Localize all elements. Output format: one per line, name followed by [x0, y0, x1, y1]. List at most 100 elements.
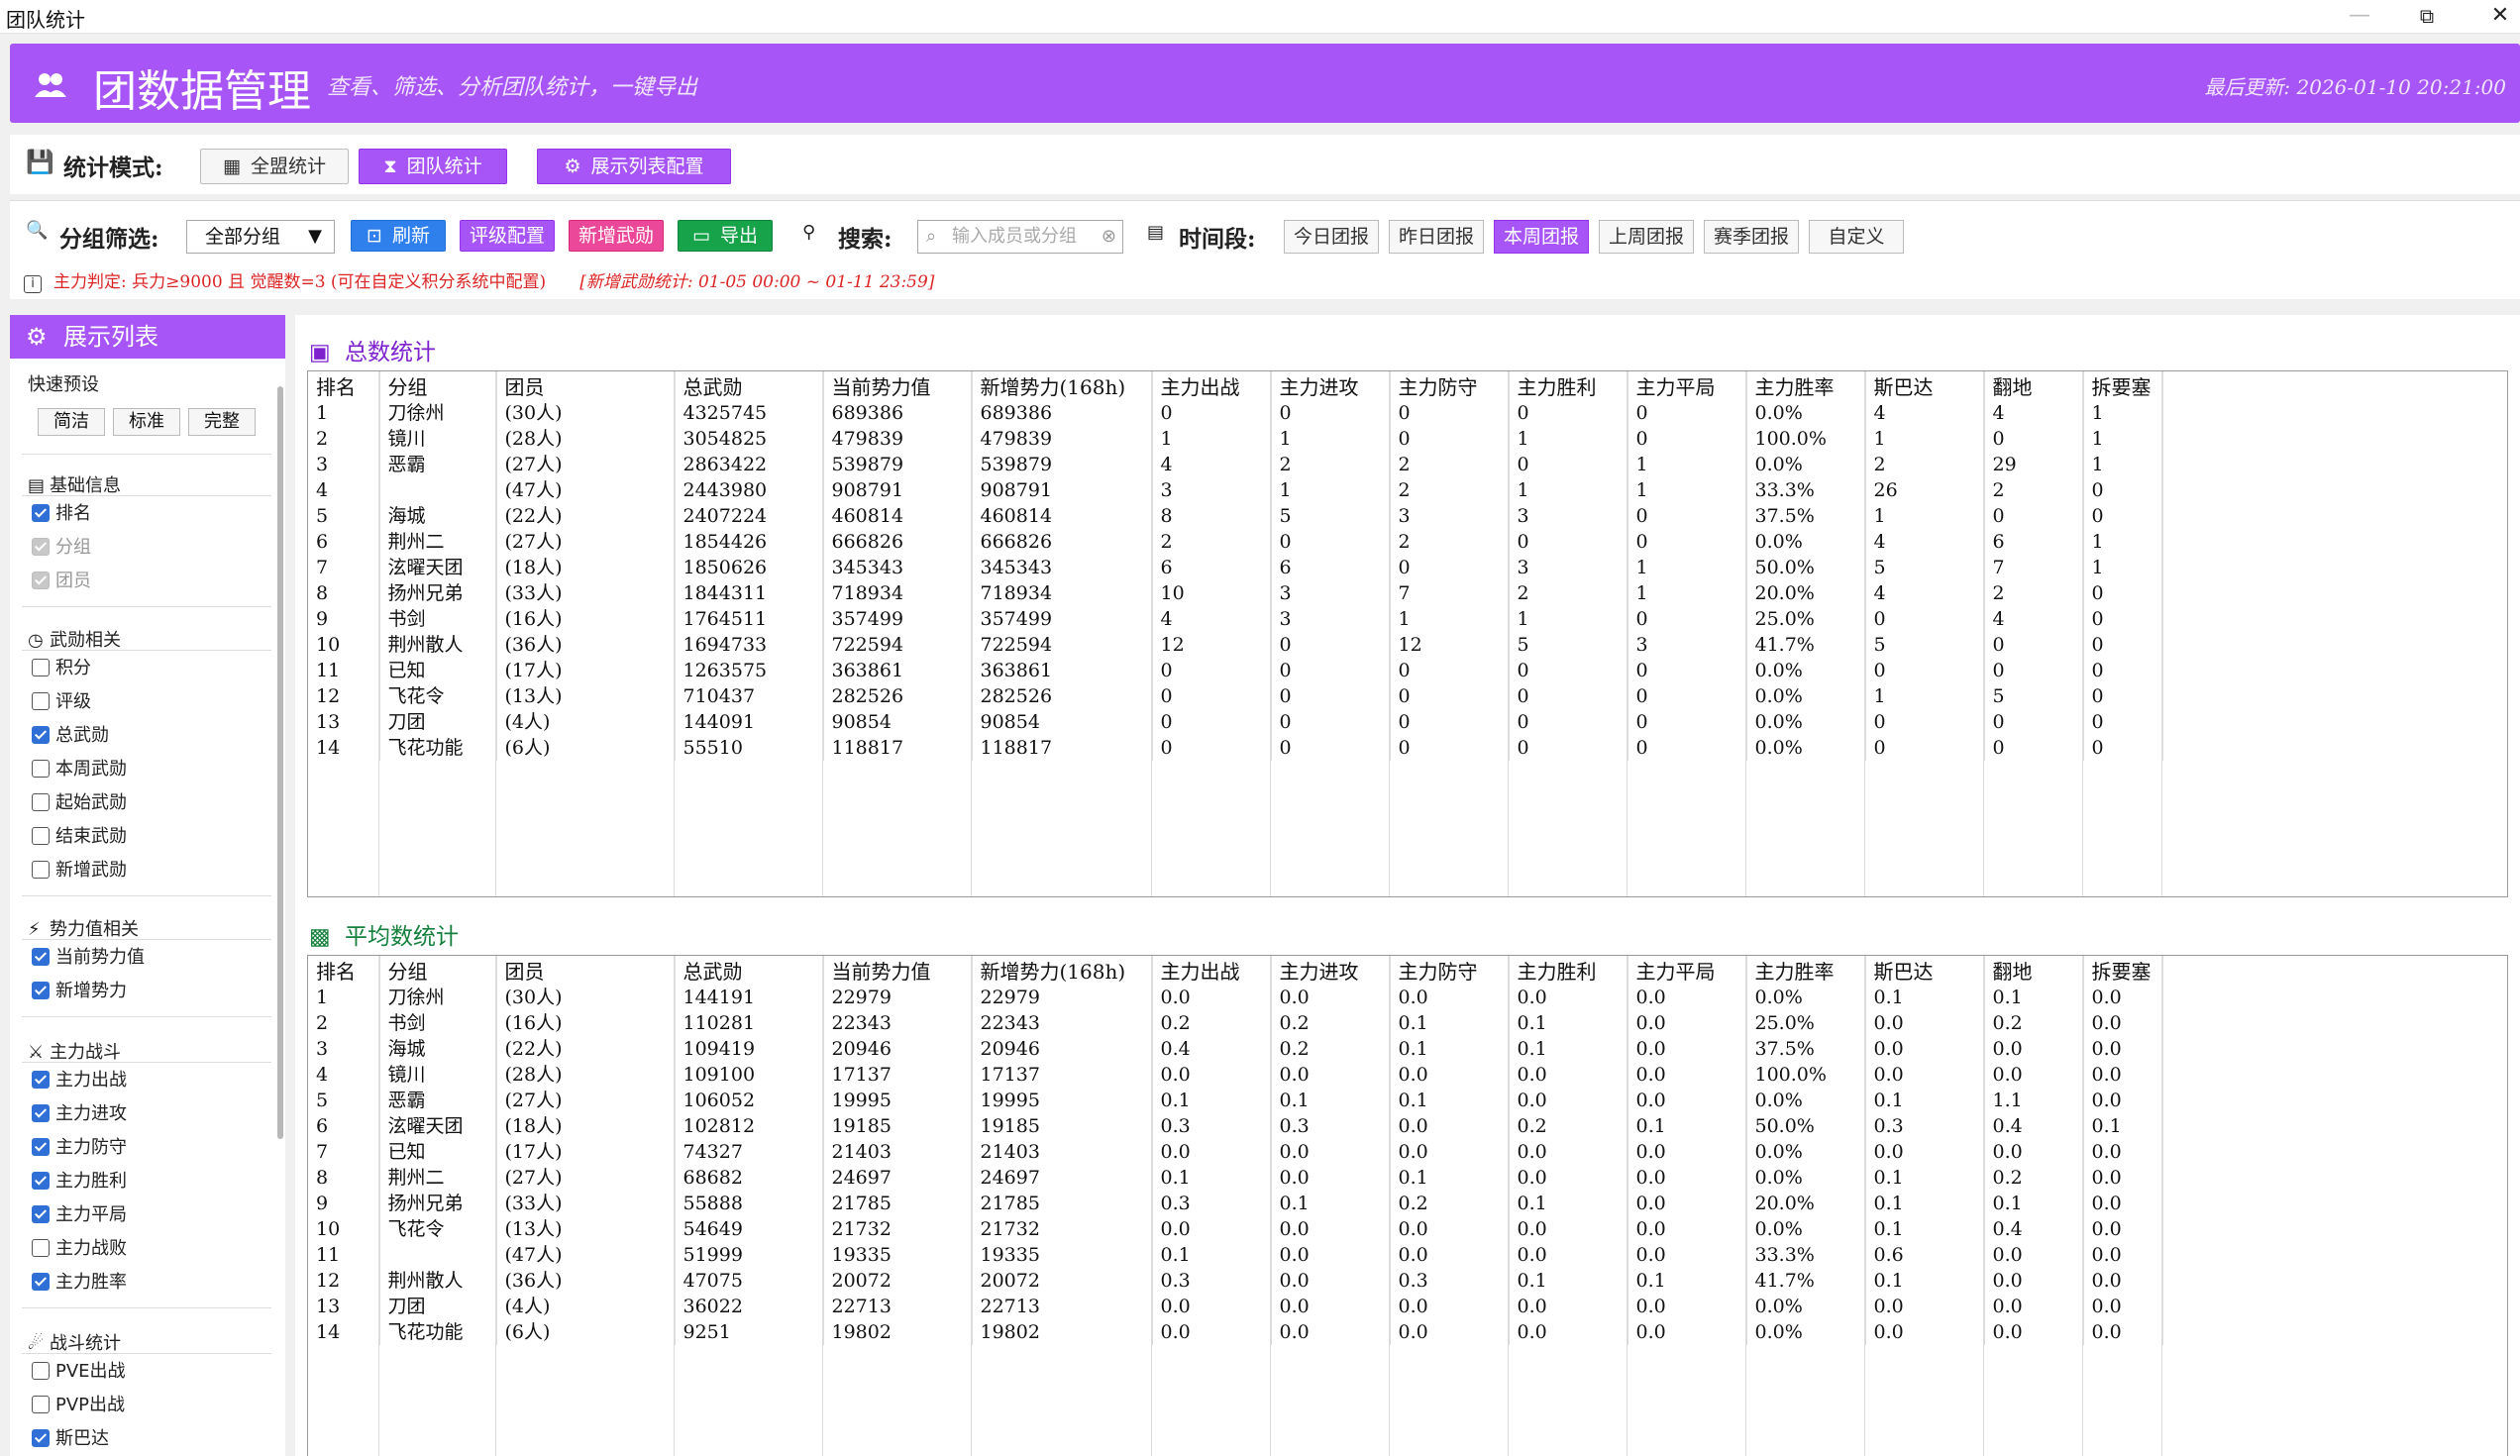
table-row[interactable]: 1 刀徐州 (30人) 4325745 689386 689386 0 0 0 0 0 0.0% 4 4 1 — [308, 400, 2163, 426]
column-header[interactable]: 总武勋 — [675, 371, 824, 400]
column-header[interactable]: 主力胜率 — [1746, 956, 1866, 985]
totals-table[interactable]: 排名 分组 团员 总武勋 当前势力值 新增势力(168h) 主力出战 主力进攻 主力防守 主力胜利… — [307, 370, 2508, 897]
export-button[interactable]: ▭ 导出 — [678, 220, 773, 252]
table-row[interactable]: 2 书剑 (16人) 110281 22343 22343 0.2 0.2 0.1 0.1 0.0 2… — [308, 1010, 2163, 1036]
column-header[interactable]: 分组 — [379, 956, 497, 985]
table-row[interactable]: 9 书剑 (16人) 1764511 357499 357499 4 3 1 1 0 25.0% 0 4 0 — [308, 606, 2163, 632]
checkbox-total-merit[interactable]: 总武勋 — [32, 725, 109, 747]
checkbox-main-sortie[interactable]: 主力出战 — [32, 1070, 127, 1092]
preset-standard-button[interactable]: 标准 — [113, 408, 180, 436]
table-row[interactable]: 14 飞花功能 (6人) 9251 19802 19802 0.0 0.0 0.0 0.0 0.0 0… — [308, 1319, 2163, 1345]
preset-full-button[interactable]: 完整 — [188, 408, 256, 436]
table-row[interactable]: 8 荆州二 (27人) 68682 24697 24697 0.1 0.0 0.1 0.0 0.0 0… — [308, 1165, 2163, 1191]
table-row[interactable]: 5 海城 (22人) 2407224 460814 460814 8 5 3 3 0 37.5% 1 0 0 — [308, 503, 2163, 529]
column-header[interactable]: 主力胜率 — [1746, 371, 1866, 400]
averages-table[interactable]: 排名 分组 团员 总武勋 当前势力值 新增势力(168h) 主力出战 主力进攻 主力防守 主力胜利… — [307, 955, 2508, 1456]
sidebar-scrollbar[interactable] — [277, 386, 283, 1139]
column-header[interactable]: 斯巴达 — [1865, 956, 1985, 985]
time-yesterday-button[interactable]: 昨日团报 — [1389, 220, 1484, 254]
minimize-icon[interactable]: — — [2330, 0, 2389, 34]
column-header[interactable]: 拆要塞 — [2083, 371, 2163, 400]
column-header[interactable]: 当前势力值 — [823, 371, 973, 400]
table-row[interactable]: 10 飞花令 (13人) 54649 21732 21732 0.0 0.0 0.0 0.0 0.0… — [308, 1216, 2163, 1242]
checkbox-new-power[interactable]: 新增势力 — [32, 981, 127, 1002]
checkbox-main-loss[interactable]: 主力战败 — [32, 1238, 127, 1260]
checkbox-main-defense[interactable]: 主力防守 — [32, 1137, 127, 1159]
table-row[interactable]: 4 镜川 (28人) 109100 17137 17137 0.0 0.0 0.0 0.0 0.0 1… — [308, 1062, 2163, 1088]
column-header[interactable]: 主力出战 — [1152, 371, 1272, 400]
column-header[interactable]: 排名 — [308, 371, 380, 400]
group-select[interactable]: 全部分组 ▼ — [186, 220, 335, 254]
checkbox-main-winrate[interactable]: 主力胜率 — [32, 1272, 127, 1294]
search-input[interactable]: ⌕ 输入成员或分组 ⊗ — [917, 220, 1123, 254]
checkbox-pve[interactable]: PVE出战 — [32, 1361, 126, 1383]
table-row[interactable]: 9 扬州兄弟 (33人) 55888 21785 21785 0.3 0.1 0.2 0.1 0.0… — [308, 1191, 2163, 1216]
checkbox-main-draw[interactable]: 主力平局 — [32, 1204, 127, 1226]
mode-all-button[interactable]: ▦ 全盟统计 — [200, 149, 349, 184]
table-row[interactable]: 12 飞花令 (13人) 710437 282526 282526 0 0 0 0 0 0.0% 1 5 0 — [308, 683, 2163, 709]
table-row[interactable]: 14 飞花功能 (6人) 55510 118817 118817 0 0 0 0 0 0.0% 0 0 0 — [308, 735, 2163, 761]
checkbox-sparta[interactable]: 斯巴达 — [32, 1428, 109, 1450]
column-header[interactable]: 新增势力(168h) — [972, 956, 1153, 985]
checkbox-new-merit[interactable]: 新增武勋 — [32, 860, 127, 882]
checkbox-rank[interactable]: 排名 — [32, 503, 91, 525]
rating-config-button[interactable]: 评级配置 — [460, 220, 555, 252]
table-row[interactable]: 13 刀团 (4人) 36022 22713 22713 0.0 0.0 0.0 0.0 0.0 0.… — [308, 1294, 2163, 1319]
table-row[interactable]: 11 已知 (17人) 1263575 363861 363861 0 0 0 0 0 0.0% 0 0 0 — [308, 658, 2163, 683]
time-today-button[interactable]: 今日团报 — [1284, 220, 1379, 254]
table-row[interactable]: 12 荆州散人 (36人) 47075 20072 20072 0.3 0.0 0.3 0.1 0.… — [308, 1268, 2163, 1294]
column-header[interactable]: 主力进攻 — [1271, 956, 1391, 985]
column-header[interactable]: 当前势力值 — [823, 956, 973, 985]
mode-team-button[interactable]: ⧗ 团队统计 — [359, 149, 507, 184]
table-row[interactable]: 6 荆州二 (27人) 1854426 666826 666826 2 0 2 0 0 0.0% 4 6 1 — [308, 529, 2163, 555]
column-header[interactable]: 分组 — [379, 371, 497, 400]
column-header[interactable]: 总武勋 — [675, 956, 824, 985]
table-row[interactable]: 6 泫曜天团 (18人) 102812 19185 19185 0.3 0.3 0.0 0.2 0.… — [308, 1113, 2163, 1139]
preset-simple-button[interactable]: 简洁 — [38, 408, 105, 436]
table-row[interactable]: 7 泫曜天团 (18人) 1850626 345343 345343 6 6 0 3 1 50.0% 5… — [308, 555, 2163, 580]
table-row[interactable]: 2 镜川 (28人) 3054825 479839 479839 1 1 0 1 0 100.0% 1 0… — [308, 426, 2163, 452]
column-header[interactable]: 团员 — [496, 371, 676, 400]
column-header[interactable]: 斯巴达 — [1865, 371, 1985, 400]
column-header[interactable]: 主力胜利 — [1509, 956, 1628, 985]
table-row[interactable]: 1 刀徐州 (30人) 144191 22979 22979 0.0 0.0 0.0 0.0 0.0… — [308, 985, 2163, 1010]
column-header[interactable]: 主力进攻 — [1271, 371, 1391, 400]
table-row[interactable]: 3 海城 (22人) 109419 20946 20946 0.4 0.2 0.1 0.1 0.0 3… — [308, 1036, 2163, 1062]
table-row[interactable]: 3 恶霸 (27人) 2863422 539879 539879 4 2 2 0 1 0.0% 2 29 1 — [308, 452, 2163, 477]
table-row[interactable]: 7 已知 (17人) 74327 21403 21403 0.0 0.0 0.0 0.0 0.0 0.… — [308, 1139, 2163, 1165]
restore-icon[interactable]: ⧉ — [2397, 0, 2457, 34]
table-row[interactable]: 4 (47人) 2443980 908791 908791 3 1 2 1 1 33.3% 26 2 0 — [308, 477, 2163, 503]
column-header[interactable]: 拆要塞 — [2083, 956, 2163, 985]
checkbox-rating[interactable]: 评级 — [32, 691, 91, 713]
add-merit-button[interactable]: 新增武勋 — [569, 220, 664, 252]
column-header[interactable]: 翻地 — [1984, 956, 2084, 985]
checkbox-main-attack[interactable]: 主力进攻 — [32, 1103, 127, 1125]
column-header[interactable]: 主力出战 — [1152, 956, 1272, 985]
column-header[interactable]: 主力防守 — [1390, 956, 1510, 985]
column-header[interactable]: 主力平局 — [1628, 371, 1747, 400]
checkbox-score[interactable]: 积分 — [32, 658, 91, 679]
table-row[interactable]: 8 扬州兄弟 (33人) 1844311 718934 718934 10 3 7 2 1 20.0%… — [308, 580, 2163, 606]
table-row[interactable]: 5 恶霸 (27人) 106052 19995 19995 0.1 0.1 0.1 0.0 0.0 0… — [308, 1088, 2163, 1113]
table-row[interactable]: 10 荆州散人 (36人) 1694733 722594 722594 12 0 12 5 3 41.… — [308, 632, 2163, 658]
column-header[interactable]: 新增势力(168h) — [972, 371, 1153, 400]
clear-icon[interactable]: ⊗ — [1102, 221, 1116, 253]
column-header[interactable]: 主力胜利 — [1509, 371, 1628, 400]
time-season-button[interactable]: 赛季团报 — [1704, 220, 1799, 254]
refresh-button[interactable]: ⊡ 刷新 — [351, 220, 446, 252]
column-header[interactable]: 排名 — [308, 956, 380, 985]
checkbox-main-win[interactable]: 主力胜利 — [32, 1171, 127, 1193]
column-header[interactable]: 主力防守 — [1390, 371, 1510, 400]
checkbox-start-merit[interactable]: 起始武勋 — [32, 792, 127, 814]
list-config-button[interactable]: ⚙ 展示列表配置 — [537, 149, 731, 184]
column-header[interactable]: 主力平局 — [1628, 956, 1747, 985]
close-icon[interactable]: ✕ — [2470, 0, 2520, 34]
column-header[interactable]: 翻地 — [1984, 371, 2084, 400]
table-row[interactable]: 11 (47人) 51999 19335 19335 0.1 0.0 0.0 0.0 0.0 33.… — [308, 1242, 2163, 1268]
checkbox-current-power[interactable]: 当前势力值 — [32, 947, 145, 969]
time-custom-button[interactable]: 自定义 — [1809, 220, 1904, 254]
checkbox-pvp[interactable]: PVP出战 — [32, 1395, 125, 1416]
checkbox-week-merit[interactable]: 本周武勋 — [32, 759, 127, 780]
column-header[interactable]: 团员 — [496, 956, 676, 985]
table-row[interactable]: 13 刀团 (4人) 144091 90854 90854 0 0 0 0 0 0.0% 0 0 0 — [308, 709, 2163, 735]
